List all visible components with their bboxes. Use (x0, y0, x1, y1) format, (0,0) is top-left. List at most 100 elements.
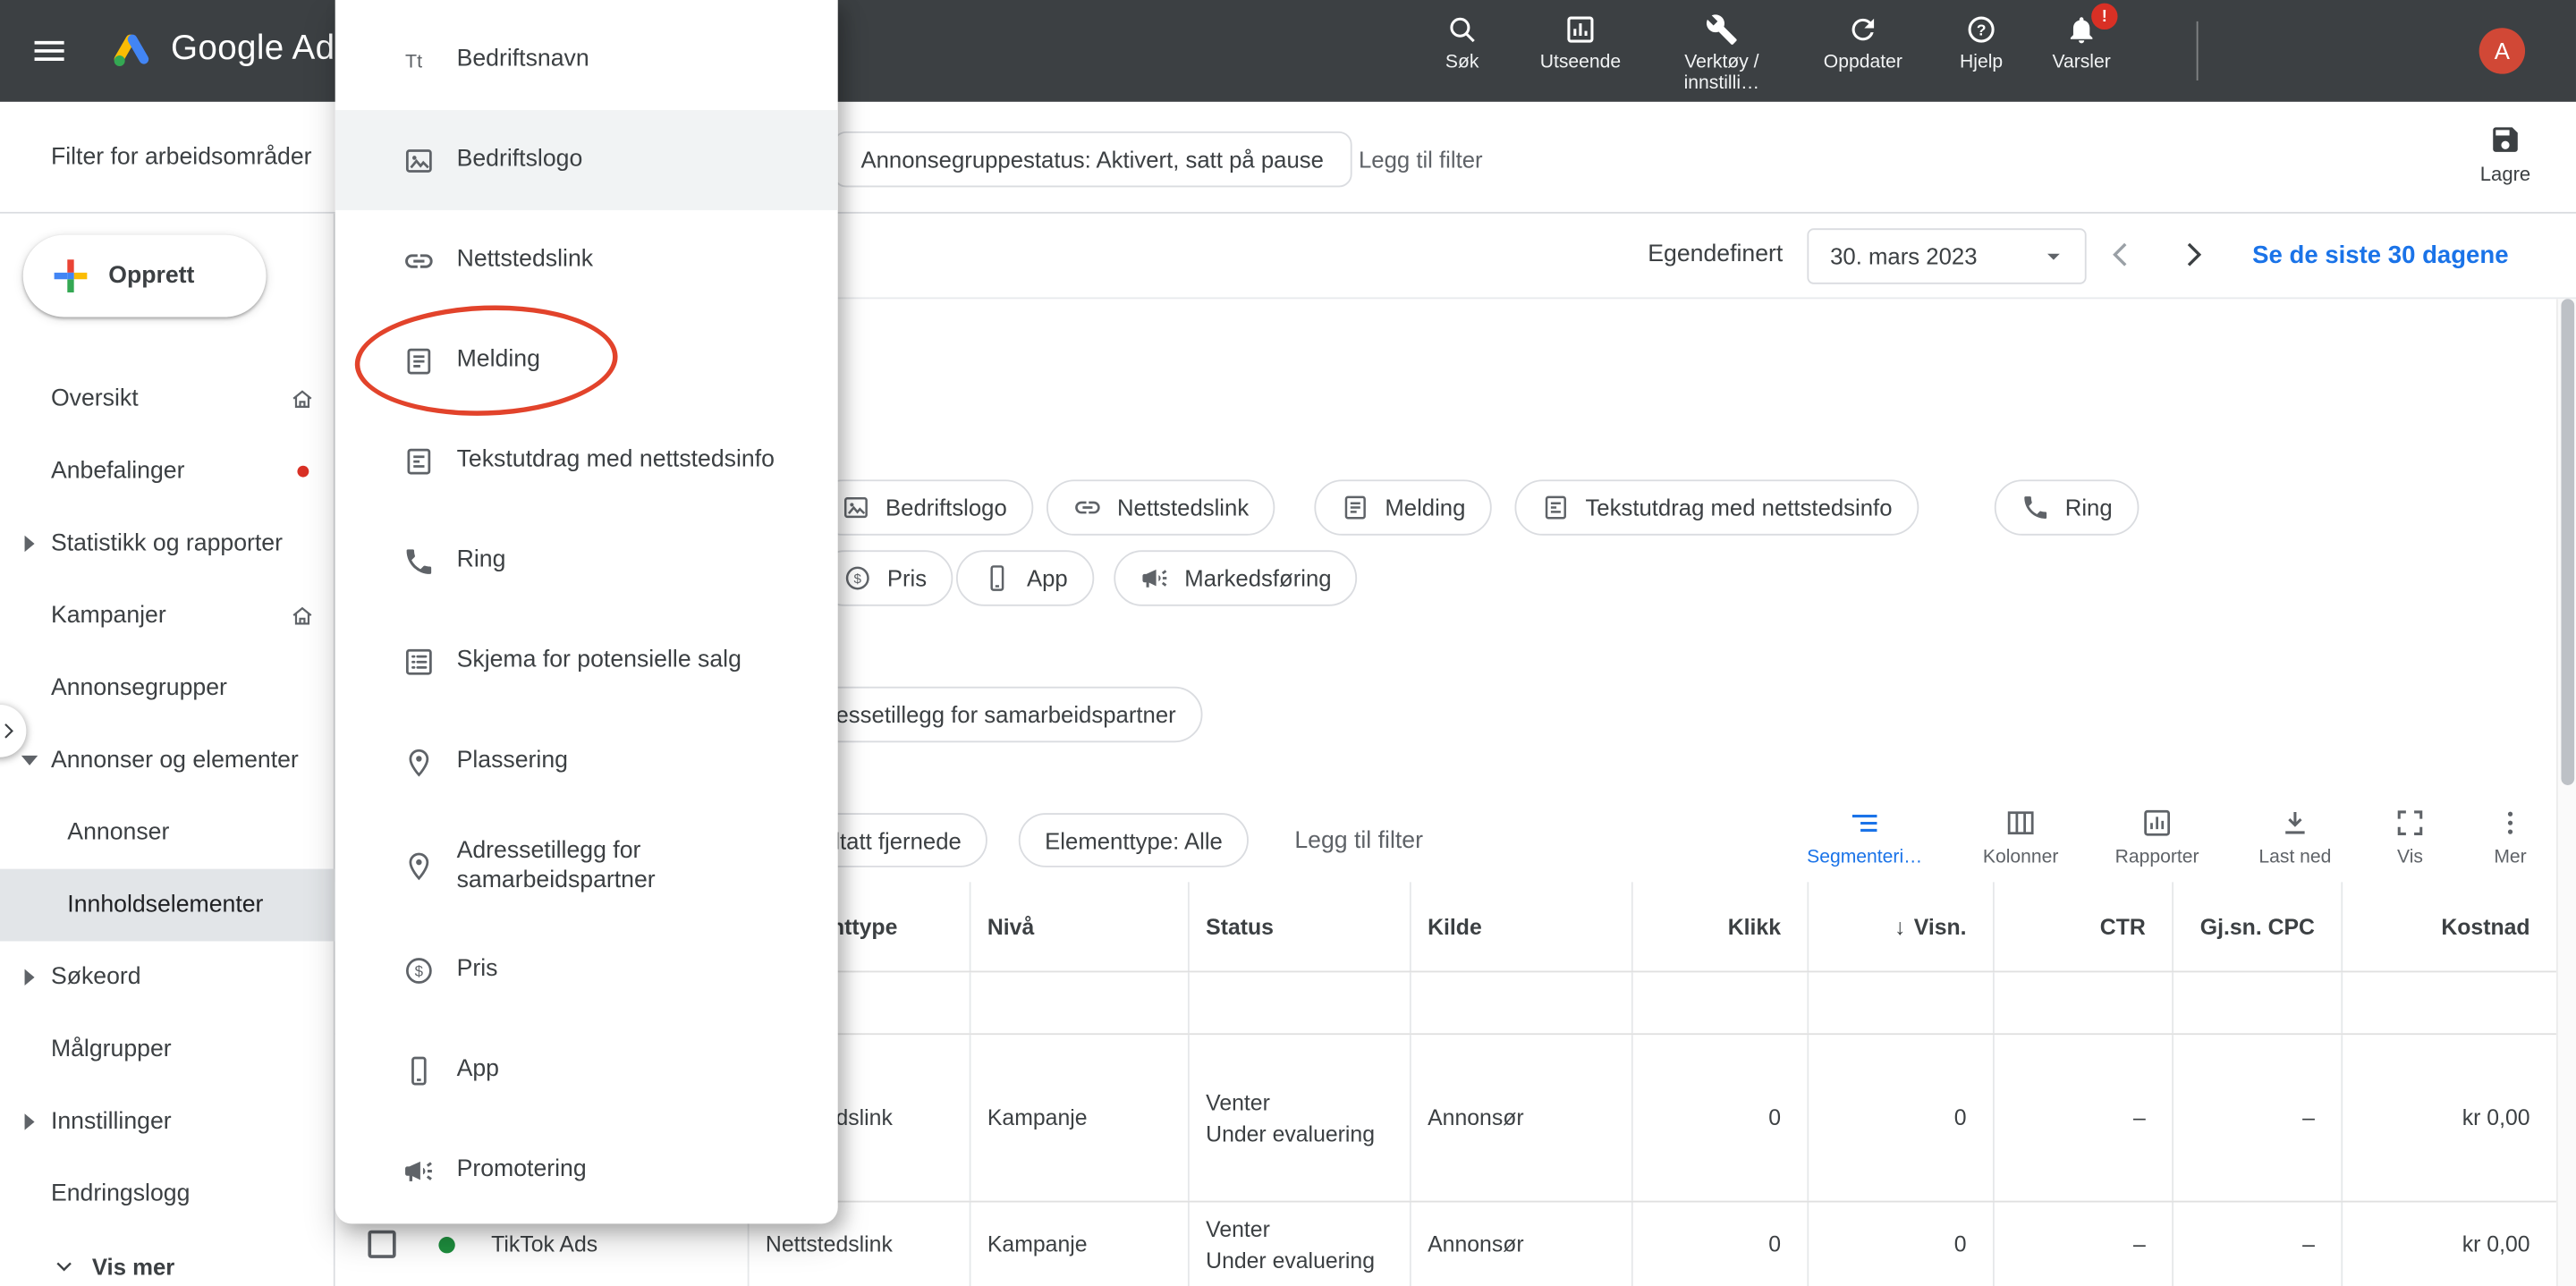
more-button[interactable]: Mer (2461, 807, 2559, 867)
sidebar-item-kampanjer[interactable]: Kampanjer (0, 580, 335, 652)
cell-kostnad: kr 0,00 (2341, 1202, 2556, 1286)
sidebar-item-anbefalinger[interactable]: Anbefalinger (0, 436, 335, 508)
adgroup-status-filter-chip[interactable]: Annonsegruppestatus: Aktivert, satt på p… (833, 131, 1352, 188)
image-icon (841, 493, 870, 522)
menu-item-app[interactable]: App (335, 1020, 838, 1121)
search-icon (1445, 13, 1479, 47)
segment-button[interactable]: Segmenteri… (1799, 807, 1930, 867)
scrollbar-thumb[interactable] (2561, 299, 2575, 785)
google-ads-logo[interactable]: Google Ads (108, 26, 352, 72)
column-header-visn[interactable]: ↓ Visn. (1807, 882, 1993, 971)
menu-item-melding[interactable]: Melding (335, 310, 838, 410)
column-header-kilde[interactable]: Kilde (1409, 882, 1631, 971)
columns-icon (2004, 807, 2038, 840)
download-button[interactable]: Last ned (2229, 807, 2360, 867)
asset-chip-tekstutdrag[interactable]: Tekstutdrag med nettstedsinfo (1514, 479, 1919, 536)
workspace-filter-label: Filter for arbeidsområder (50, 144, 312, 172)
megaphone-icon (1140, 563, 1170, 593)
save-filter-button[interactable]: Lagre (2470, 123, 2542, 186)
snippet-icon (1541, 493, 1571, 522)
topbar-divider (2196, 21, 2199, 80)
column-header-gjsn-cpc[interactable]: Gj.sn. CPC (2172, 882, 2341, 971)
last-30-days-link[interactable]: Se de siste 30 dagene (2252, 241, 2508, 269)
sidebar-item-malgrupper[interactable]: Målgrupper (0, 1013, 335, 1086)
cell-klikk: 0 (1631, 1035, 1808, 1201)
asset-chip-bedriftslogo[interactable]: Bedriftslogo (815, 479, 1034, 536)
price-tag-icon (402, 953, 436, 986)
cell-visn: 0 (1807, 1035, 1993, 1201)
chevron-left-icon (2103, 236, 2139, 272)
megaphone-icon (402, 1154, 436, 1187)
notification-badge: ! (2091, 3, 2118, 30)
asset-chip-ring[interactable]: Ring (1994, 479, 2140, 536)
date-picker-dropdown[interactable]: 30. mars 2023 (1807, 228, 2087, 284)
asset-chip-app[interactable]: App (955, 550, 1095, 606)
segment-icon (1848, 807, 1881, 840)
expand-button[interactable]: Vis (2360, 807, 2459, 867)
asset-name[interactable]: TikTok Ads (491, 1232, 597, 1257)
menu-item-ring[interactable]: Ring (335, 511, 838, 611)
notifications-button[interactable]: Varsler ! (2019, 3, 2144, 73)
google-ads-logo-text: Google Ads (171, 30, 353, 68)
column-header-status[interactable]: Status (1187, 882, 1410, 971)
column-header-klikk[interactable]: Klikk (1631, 882, 1808, 971)
cell-kilde: Annonsør (1409, 1035, 1631, 1201)
expand-icon (2394, 807, 2427, 840)
smartphone-icon (402, 1053, 436, 1087)
sort-desc-icon: ↓ (1894, 914, 1906, 939)
show-more-button[interactable]: Vis mer (0, 1231, 335, 1286)
reports-button[interactable]: Rapporter (2091, 807, 2223, 867)
element-type-filter-chip[interactable]: Elementtype: Alle (1018, 813, 1250, 867)
search-button[interactable]: Søk (1400, 13, 1525, 73)
sidebar-item-annonsegrupper[interactable]: Annonsegrupper (0, 652, 335, 724)
menu-item-bedriftslogo[interactable]: Bedriftslogo (335, 110, 838, 211)
snippet-icon (402, 444, 436, 478)
table-add-filter-button[interactable]: Legg til filter (1294, 828, 1423, 854)
vertical-scrollbar[interactable] (2555, 299, 2576, 1286)
refresh-button[interactable]: Oppdater (1801, 13, 1926, 73)
date-prev-button[interactable] (2103, 236, 2139, 272)
sidebar-item-sokeord[interactable]: Søkeord (0, 941, 335, 1013)
asset-chip-melding[interactable]: Melding (1314, 479, 1492, 536)
date-range-type-label: Egendefinert (1648, 241, 1784, 268)
chevron-right-icon (2175, 236, 2211, 272)
asset-chip-nettstedslink[interactable]: Nettstedslink (1046, 479, 1275, 536)
add-filter-button[interactable]: Legg til filter (1359, 146, 1483, 172)
account-avatar[interactable]: A (2479, 28, 2526, 74)
asset-chip-markedsforing[interactable]: Markedsføring (1114, 550, 1358, 606)
menu-item-skjema[interactable]: Skjema for potensielle salg (335, 611, 838, 711)
sidebar-item-innholdselementer[interactable]: Innholdselementer (0, 868, 335, 942)
column-header-niva[interactable]: Nivå (969, 882, 1188, 971)
menu-item-nettstedslink[interactable]: Nettstedslink (335, 210, 838, 310)
sidebar-nav: Oversikt Anbefalinger Statistikk og rapp… (0, 363, 335, 1286)
cell-status: Venter Under evaluering (1187, 1202, 1410, 1286)
menu-item-pris[interactable]: Pris (335, 920, 838, 1020)
column-header-kostnad[interactable]: Kostnad (2341, 882, 2556, 971)
chart-icon (2140, 807, 2174, 840)
menu-item-bedriftsnavn[interactable]: Bedriftsnavn (335, 10, 838, 110)
menu-item-promotering[interactable]: Promotering (335, 1121, 838, 1221)
sidebar-item-endringslogg[interactable]: Endringslogg (0, 1158, 335, 1231)
image-icon (402, 144, 436, 177)
menu-item-tekstutdrag[interactable]: Tekstutdrag med nettstedsinfo (335, 410, 838, 511)
appearance-icon (1564, 13, 1597, 47)
tools-settings-button[interactable]: Verktøy / innstilli… (1659, 13, 1784, 94)
sidebar-item-annonser[interactable]: Annonser (0, 797, 335, 869)
download-icon (2279, 807, 2312, 840)
appearance-button[interactable]: Utseende (1518, 13, 1643, 73)
row-checkbox[interactable] (368, 1230, 396, 1258)
create-button[interactable]: Opprett (22, 234, 267, 317)
menu-item-adressetillegg[interactable]: Adressetillegg for samarbeidspartner (335, 811, 838, 919)
sidebar-item-innstillinger[interactable]: Innstillinger (0, 1086, 335, 1158)
menu-item-plassering[interactable]: Plassering (335, 711, 838, 811)
text-fields-icon (402, 44, 436, 77)
sidebar-item-statistikk-og-rapporter[interactable]: Statistikk og rapporter (0, 508, 335, 580)
sidebar-item-oversikt[interactable]: Oversikt (0, 363, 335, 436)
help-icon (1965, 13, 1998, 47)
cell-niva: Kampanje (969, 1035, 1188, 1201)
main-menu-icon[interactable] (30, 31, 69, 71)
date-next-button[interactable] (2175, 236, 2211, 272)
column-header-ctr[interactable]: CTR (1992, 882, 2172, 971)
columns-button[interactable]: Kolonner (1955, 807, 2087, 867)
sidebar-item-annonser-og-elementer[interactable]: Annonser og elementer (0, 724, 335, 797)
